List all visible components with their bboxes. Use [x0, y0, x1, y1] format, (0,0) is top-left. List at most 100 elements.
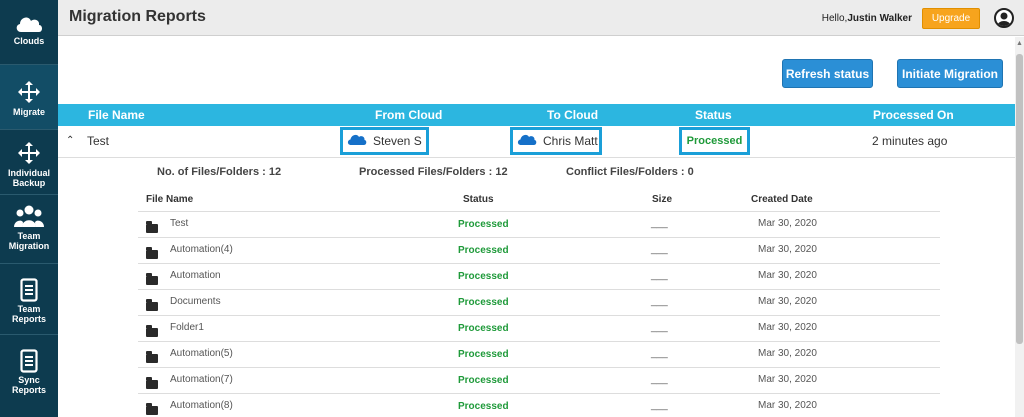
file-size: ___	[651, 218, 668, 229]
migration-table-header: File Name From Cloud To Cloud Status Pro…	[58, 104, 1015, 126]
sidebar-item-label: Migrate	[12, 107, 45, 117]
file-created-date: Mar 30, 2020	[758, 400, 817, 411]
file-size: ___	[651, 322, 668, 333]
move-arrows-icon	[16, 79, 42, 105]
migration-status-badge: Processed	[679, 127, 750, 155]
file-size: ___	[651, 296, 668, 307]
file-name: Folder1	[170, 322, 204, 333]
sidebar-item-label: Sync Reports	[11, 375, 46, 395]
migration-name: Test	[87, 134, 110, 148]
column-header-created-date: Created Date	[751, 194, 813, 205]
file-size: ___	[651, 374, 668, 385]
column-header-file-name: File Name	[146, 194, 194, 205]
file-status: Processed	[458, 271, 509, 282]
scrollbar-thumb[interactable]	[1016, 54, 1023, 344]
file-status: Processed	[458, 349, 509, 360]
file-status: Processed	[458, 219, 509, 230]
sidebar-item-individual-backup[interactable]: Individual Backup	[0, 130, 58, 194]
from-cloud-cell: Steven S	[340, 127, 429, 155]
report-icon	[20, 349, 38, 373]
table-row[interactable]: Documents Processed ___ Mar 30, 2020	[138, 289, 940, 315]
column-header-from-cloud: From Cloud	[375, 108, 443, 122]
table-row[interactable]: Automation Processed ___ Mar 30, 2020	[138, 263, 940, 289]
file-name: Documents	[170, 296, 221, 307]
file-name: Automation(4)	[170, 244, 233, 255]
sidebar-item-migrate[interactable]: Migrate	[0, 65, 58, 129]
column-header-file-name: File Name	[88, 108, 145, 122]
file-status: Processed	[458, 245, 509, 256]
column-header-status: Status	[463, 194, 494, 205]
user-avatar-icon[interactable]	[994, 8, 1014, 28]
folder-icon	[146, 299, 158, 311]
sidebar-item-sync-reports[interactable]: Sync Reports	[0, 335, 58, 405]
folder-icon	[146, 273, 158, 285]
migration-row[interactable]: ⌃ Test Steven S Chris Matt Processed 2 m…	[58, 126, 1015, 158]
user-greeting: Hello,Justin Walker	[822, 13, 912, 24]
top-header: Migration Reports Hello,Justin Walker Up…	[58, 0, 1024, 36]
folder-icon	[146, 351, 158, 363]
file-size: ___	[651, 400, 668, 411]
column-header-status: Status	[695, 108, 732, 122]
file-created-date: Mar 30, 2020	[758, 348, 817, 359]
table-row[interactable]: Test Processed ___ Mar 30, 2020	[138, 211, 940, 237]
table-row[interactable]: Automation(8) Processed ___ Mar 30, 2020	[138, 393, 940, 417]
table-row[interactable]: Folder1 Processed ___ Mar 30, 2020	[138, 315, 940, 341]
upgrade-button[interactable]: Upgrade	[922, 8, 980, 29]
column-header-size: Size	[652, 194, 673, 205]
app-window: Clouds Migrate Individual Backup Team Mi…	[0, 0, 1024, 417]
user-name: Justin Walker	[847, 13, 912, 24]
processed-files-summary: Processed Files/Folders : 12	[359, 166, 508, 178]
file-status: Processed	[458, 401, 509, 412]
onedrive-cloud-icon	[347, 133, 367, 149]
table-row[interactable]: Automation(7) Processed ___ Mar 30, 2020	[138, 367, 940, 393]
processed-on: 2 minutes ago	[872, 134, 948, 148]
file-size: ___	[651, 270, 668, 281]
sidebar: Clouds Migrate Individual Backup Team Mi…	[0, 0, 58, 417]
refresh-status-button[interactable]: Refresh status	[782, 59, 873, 88]
to-cloud-name: Chris Matt	[543, 134, 598, 148]
file-status: Processed	[458, 323, 509, 334]
file-created-date: Mar 30, 2020	[758, 244, 817, 255]
folder-icon	[146, 221, 158, 233]
folder-icon	[146, 325, 158, 337]
file-name: Automation	[170, 270, 221, 281]
column-header-to-cloud: To Cloud	[547, 108, 599, 122]
sidebar-item-team-migration[interactable]: Team Migration	[0, 195, 58, 263]
to-cloud-cell: Chris Matt	[510, 127, 602, 155]
sidebar-item-label: Team Reports	[11, 304, 46, 324]
files-table-header: File Name Status Size Created Date	[138, 189, 940, 211]
sidebar-item-label: Team Migration	[8, 231, 50, 251]
file-created-date: Mar 30, 2020	[758, 374, 817, 385]
folder-icon	[146, 377, 158, 389]
file-name: Automation(7)	[170, 374, 233, 385]
table-row[interactable]: Automation(4) Processed ___ Mar 30, 2020	[138, 237, 940, 263]
column-header-processed-on: Processed On	[873, 108, 954, 122]
cloud-icon	[14, 12, 44, 34]
page-title: Migration Reports	[69, 8, 206, 25]
file-status: Processed	[458, 297, 509, 308]
file-size: ___	[651, 244, 668, 255]
sidebar-item-label: Clouds	[13, 36, 45, 46]
file-created-date: Mar 30, 2020	[758, 270, 817, 281]
file-status: Processed	[458, 375, 509, 386]
sidebar-item-team-reports[interactable]: Team Reports	[0, 264, 58, 334]
file-name: Automation(8)	[170, 400, 233, 411]
total-files-summary: No. of Files/Folders : 12	[157, 166, 282, 178]
initiate-migration-button[interactable]: Initiate Migration	[897, 59, 1003, 88]
folder-icon	[146, 403, 158, 415]
onedrive-cloud-icon	[517, 133, 537, 149]
chevron-up-icon[interactable]: ⌃	[66, 135, 74, 146]
file-name: Test	[170, 218, 189, 229]
scroll-up-arrow-icon[interactable]: ▲	[1016, 40, 1023, 47]
file-name: Automation(5)	[170, 348, 233, 359]
file-created-date: Mar 30, 2020	[758, 218, 817, 229]
report-icon	[20, 278, 38, 302]
file-created-date: Mar 30, 2020	[758, 322, 817, 333]
file-created-date: Mar 30, 2020	[758, 296, 817, 307]
sidebar-item-clouds[interactable]: Clouds	[0, 0, 58, 64]
move-arrows-icon	[16, 140, 42, 166]
folder-icon	[146, 247, 158, 259]
team-icon	[14, 203, 44, 229]
from-cloud-name: Steven S	[373, 134, 422, 148]
table-row[interactable]: Automation(5) Processed ___ Mar 30, 2020	[138, 341, 940, 367]
